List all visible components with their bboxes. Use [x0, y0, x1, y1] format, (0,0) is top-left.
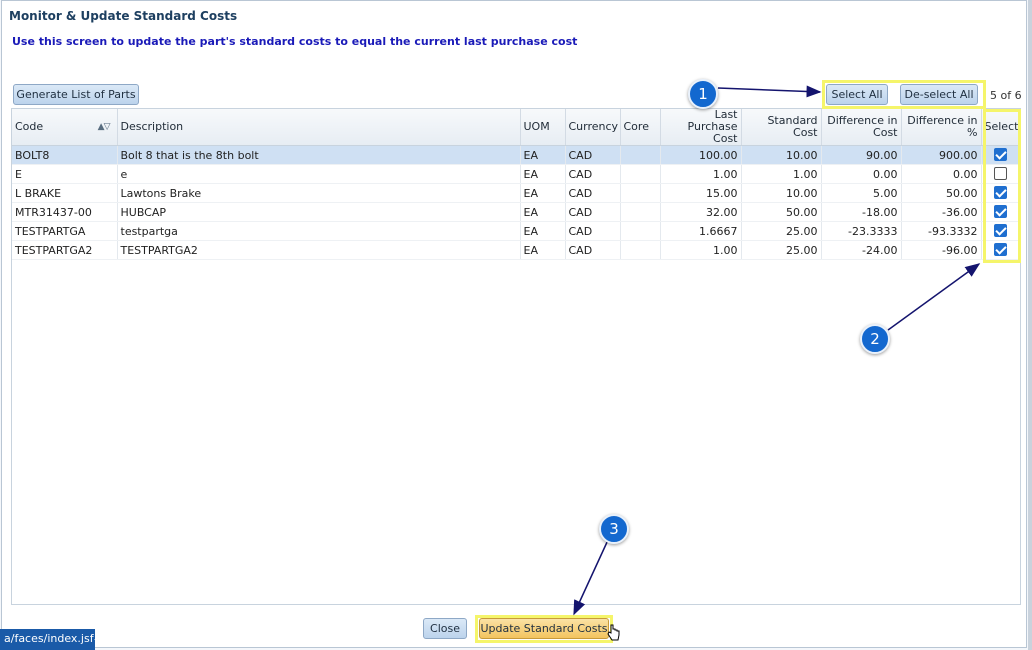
- cell-difference-pct: 0.00: [901, 164, 982, 184]
- header-difference-pct[interactable]: Difference in %: [901, 109, 982, 146]
- cell-currency: CAD: [565, 221, 621, 241]
- annotation-badge-3: 3: [599, 514, 629, 544]
- cell-standard-cost: 10.00: [741, 183, 822, 203]
- cell-uom: EA: [520, 145, 566, 165]
- cell-standard-cost: 25.00: [741, 221, 822, 241]
- table-row[interactable]: BOLT8 Bolt 8 that is the 8th bolt EA CAD 100…: [12, 145, 1021, 165]
- selection-count: 5 of 6: [990, 89, 1022, 102]
- cell-last-purchase-cost: 1.6667: [660, 221, 742, 241]
- sort-icon[interactable]: ▲▽: [98, 121, 111, 133]
- table-body: BOLT8 Bolt 8 that is the 8th bolt EA CAD 100…: [12, 145, 1021, 260]
- cell-last-purchase-cost: 32.00: [660, 202, 742, 222]
- cell-description: Bolt 8 that is the 8th bolt: [117, 145, 521, 165]
- close-button[interactable]: Close: [423, 618, 467, 639]
- cell-difference-pct: 50.00: [901, 183, 982, 203]
- table-row[interactable]: MTR31437-00 HUBCAP EA CAD 32.00 50.00 -18.00 -3…: [12, 202, 1021, 222]
- cell-code: BOLT8: [12, 145, 118, 165]
- cell-core: [620, 240, 661, 260]
- parts-grid: Code ▲▽ Description UOM Currency Core Las…: [11, 108, 1021, 605]
- annotation-badge-1: 1: [688, 79, 718, 109]
- cell-core: [620, 183, 661, 203]
- cell-last-purchase-cost: 100.00: [660, 145, 742, 165]
- table-header-row: Code ▲▽ Description UOM Currency Core Las…: [12, 109, 1021, 146]
- cell-description: testpartga: [117, 221, 521, 241]
- cell-currency: CAD: [565, 183, 621, 203]
- cell-standard-cost: 25.00: [741, 240, 822, 260]
- cell-difference-pct: -36.00: [901, 202, 982, 222]
- cell-standard-cost: 10.00: [741, 145, 822, 165]
- cell-code: TESTPARTGA2: [12, 240, 118, 260]
- cell-currency: CAD: [565, 202, 621, 222]
- header-uom[interactable]: UOM: [520, 109, 566, 146]
- cell-uom: EA: [520, 240, 566, 260]
- parts-table: Code ▲▽ Description UOM Currency Core Las…: [12, 109, 1021, 260]
- cell-code: MTR31437-00: [12, 202, 118, 222]
- instructions-text: Use this screen to update the part's sta…: [12, 35, 578, 48]
- cell-core: [620, 202, 661, 222]
- cell-last-purchase-cost: 1.00: [660, 164, 742, 184]
- cell-difference-cost: 5.00: [821, 183, 902, 203]
- header-core[interactable]: Core: [620, 109, 661, 146]
- table-row[interactable]: TESTPARTGA2 TESTPARTGA2 EA CAD 1.00 25.00 -24.…: [12, 240, 1021, 260]
- cell-currency: CAD: [565, 145, 621, 165]
- highlight-update-button: [475, 615, 613, 643]
- cell-difference-cost: -23.3333: [821, 221, 902, 241]
- cell-code: L BRAKE: [12, 183, 118, 203]
- table-row[interactable]: Ee EA CAD 1.00 1.00 0.00 0.00: [12, 164, 1021, 184]
- header-description[interactable]: Description: [117, 109, 521, 146]
- cell-standard-cost: 50.00: [741, 202, 822, 222]
- cell-currency: CAD: [565, 240, 621, 260]
- cell-code: E: [12, 164, 118, 184]
- table-row[interactable]: L BRAKE Lawtons Brake EA CAD 15.00 10.00 5.00 5…: [12, 183, 1021, 203]
- cell-core: [620, 164, 661, 184]
- cell-difference-cost: -18.00: [821, 202, 902, 222]
- header-last-purchase-cost[interactable]: Last Purchase Cost: [660, 109, 742, 146]
- highlight-select-column: [983, 109, 1021, 263]
- header-currency[interactable]: Currency: [565, 109, 621, 146]
- cell-core: [620, 145, 661, 165]
- cell-difference-cost: 0.00: [821, 164, 902, 184]
- cell-difference-cost: -24.00: [821, 240, 902, 260]
- cell-standard-cost: 1.00: [741, 164, 822, 184]
- cell-currency: CAD: [565, 164, 621, 184]
- cell-description: TESTPARTGA2: [117, 240, 521, 260]
- hand-pointer-icon: [607, 624, 620, 641]
- annotation-badge-2: 2: [860, 324, 890, 354]
- cell-last-purchase-cost: 15.00: [660, 183, 742, 203]
- generate-list-button[interactable]: Generate List of Parts: [13, 84, 139, 105]
- dialog-title: Monitor & Update Standard Costs: [9, 9, 238, 23]
- cell-description: HUBCAP: [117, 202, 521, 222]
- cell-uom: EA: [520, 202, 566, 222]
- header-difference-cost[interactable]: Difference in Cost: [821, 109, 902, 146]
- cell-difference-pct: -96.00: [901, 240, 982, 260]
- cell-uom: EA: [520, 221, 566, 241]
- cell-difference-pct: -93.3332: [901, 221, 982, 241]
- cell-description: e: [117, 164, 521, 184]
- status-bar-url: a/faces/index.jsf#: [0, 629, 95, 650]
- cell-difference-cost: 90.00: [821, 145, 902, 165]
- cell-last-purchase-cost: 1.00: [660, 240, 742, 260]
- cell-description: Lawtons Brake: [117, 183, 521, 203]
- cell-uom: EA: [520, 164, 566, 184]
- highlight-select-buttons: [822, 80, 986, 109]
- cell-uom: EA: [520, 183, 566, 203]
- table-row[interactable]: TESTPARTGA testpartga EA CAD 1.6667 25.00 -23.…: [12, 221, 1021, 241]
- cell-difference-pct: 900.00: [901, 145, 982, 165]
- cell-code: TESTPARTGA: [12, 221, 118, 241]
- backdrop-edge: [1028, 0, 1032, 650]
- header-code[interactable]: Code ▲▽: [12, 109, 118, 146]
- header-standard-cost[interactable]: Standard Cost: [741, 109, 822, 146]
- cell-core: [620, 221, 661, 241]
